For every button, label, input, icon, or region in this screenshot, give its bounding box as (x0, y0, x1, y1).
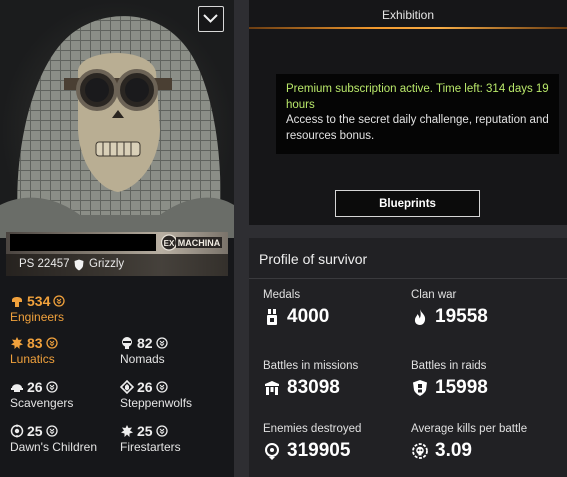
rank-badge-icon (45, 337, 58, 349)
player-rating-label: PS 22457 (19, 258, 70, 270)
medal-icon (267, 309, 277, 325)
stat-battles-missions-value: 83098 (287, 377, 340, 398)
faction-dawns-children-value: 25 (27, 423, 43, 439)
faction-steppenwolfs-name: Steppenwolfs (120, 396, 193, 410)
stat-enemies-destroyed-value: 319905 (287, 440, 351, 461)
skull-gear-icon (412, 443, 428, 459)
profile-title: Profile of survivor (259, 251, 368, 267)
faction-engineers[interactable]: 534 Engineers (10, 293, 66, 324)
faction-firestarters-name: Firestarters (120, 440, 181, 454)
faction-firestarters-value: 25 (137, 423, 153, 439)
faction-nomads-name: Nomads (120, 352, 165, 366)
faction-scavengers-name: Scavengers (10, 396, 74, 410)
stat-medals-value: 4000 (287, 306, 330, 327)
faction-scavengers[interactable]: 26 Scavengers (10, 379, 73, 410)
premium-info-box: Premium subscription active. Time left: … (276, 74, 559, 154)
faction-steppenwolfs[interactable]: 26 Steppenwolfs (120, 379, 192, 410)
stat-battles-raids-value: 15998 (435, 377, 488, 398)
premium-status-text: Premium subscription active. Time left: … (286, 83, 549, 111)
stat-average-kills: Average kills per battle 3.09 (411, 423, 527, 462)
nomads-icon (122, 337, 132, 349)
steppenwolfs-icon (120, 380, 134, 394)
stat-battles-missions: Battles in missions 83098 (263, 360, 358, 399)
faction-steppenwolfs-value: 26 (137, 379, 153, 395)
stat-battles-raids-label: Battles in raids (411, 360, 487, 372)
expand-dropdown-button[interactable] (198, 6, 224, 32)
stat-clan-war-label: Clan war (411, 289, 457, 301)
premium-description-text: Access to the secret daily challenge, re… (286, 114, 549, 142)
rank-badge-icon (45, 381, 58, 393)
accent-divider (249, 27, 567, 29)
profile-divider (249, 278, 567, 279)
subscription-panel: Exhibition Premium subscription active. … (249, 0, 567, 225)
faction-nomads[interactable]: 82 Nomads (120, 335, 168, 366)
faction-lunatics-name: Lunatics (10, 352, 55, 366)
faction-lunatics[interactable]: 83 Lunatics (10, 335, 58, 366)
profile-panel: Profile of survivor Medals 4000 Clan war… (249, 238, 567, 477)
faction-dawns-children[interactable]: 25 Dawn's Children (10, 423, 97, 454)
faction-dawns-children-name: Dawn's Children (10, 440, 97, 454)
faction-engineers-value: 534 (27, 293, 51, 309)
blueprints-button[interactable]: Blueprints (335, 190, 480, 217)
stat-medals-label: Medals (263, 289, 301, 301)
scavengers-icon (11, 384, 23, 392)
rank-badge-icon (155, 425, 168, 437)
faction-scavengers-value: 26 (27, 379, 43, 395)
target-icon (265, 443, 279, 460)
chevron-down-icon (203, 14, 218, 23)
raids-shield-icon (413, 380, 427, 396)
flame-icon (414, 309, 426, 325)
portrait-art (0, 16, 234, 238)
stat-average-kills-value: 3.09 (435, 440, 472, 461)
shield-icon (74, 259, 84, 271)
stat-clan-war-value: 19558 (435, 306, 488, 327)
exhibition-tab[interactable]: Exhibition (249, 8, 567, 22)
faction-firestarters[interactable]: 25 Firestarters (120, 423, 181, 454)
stat-enemies-destroyed-label: Enemies destroyed (263, 423, 362, 435)
dawns-children-icon (10, 424, 24, 438)
rank-badge-icon (45, 425, 58, 437)
missions-icon (265, 381, 279, 395)
right-panel: Exhibition Premium subscription active. … (249, 0, 567, 477)
rank-badge-icon (53, 295, 66, 307)
stat-battles-missions-label: Battles in missions (263, 360, 359, 372)
svg-text:EX: EX (164, 239, 175, 248)
banner-logo-text: MACHINA (178, 238, 221, 248)
player-nickname: Grizzly (89, 258, 125, 270)
rank-badge-icon (155, 381, 168, 393)
rank-badge-icon (155, 337, 168, 349)
stat-battles-raids: Battles in raids 15998 (411, 360, 488, 399)
faction-lunatics-value: 83 (27, 335, 43, 351)
lunatics-icon (11, 337, 23, 349)
exmachina-logo: EX MACHINA (160, 234, 224, 251)
player-portrait (0, 0, 234, 238)
faction-engineers-name: Engineers (10, 310, 65, 324)
player-card: EX MACHINA PS 22457 Grizzly 534 Engineer… (0, 0, 234, 477)
stat-enemies-destroyed: Enemies destroyed 319905 (263, 423, 361, 462)
redacted-area (10, 234, 156, 251)
stat-clan-war: Clan war 19558 (411, 289, 488, 328)
engineers-icon (12, 297, 22, 307)
stat-average-kills-label: Average kills per battle (411, 423, 528, 435)
stat-medals: Medals 4000 (263, 289, 329, 328)
firestarters-icon (121, 425, 133, 437)
faction-nomads-value: 82 (137, 335, 153, 351)
